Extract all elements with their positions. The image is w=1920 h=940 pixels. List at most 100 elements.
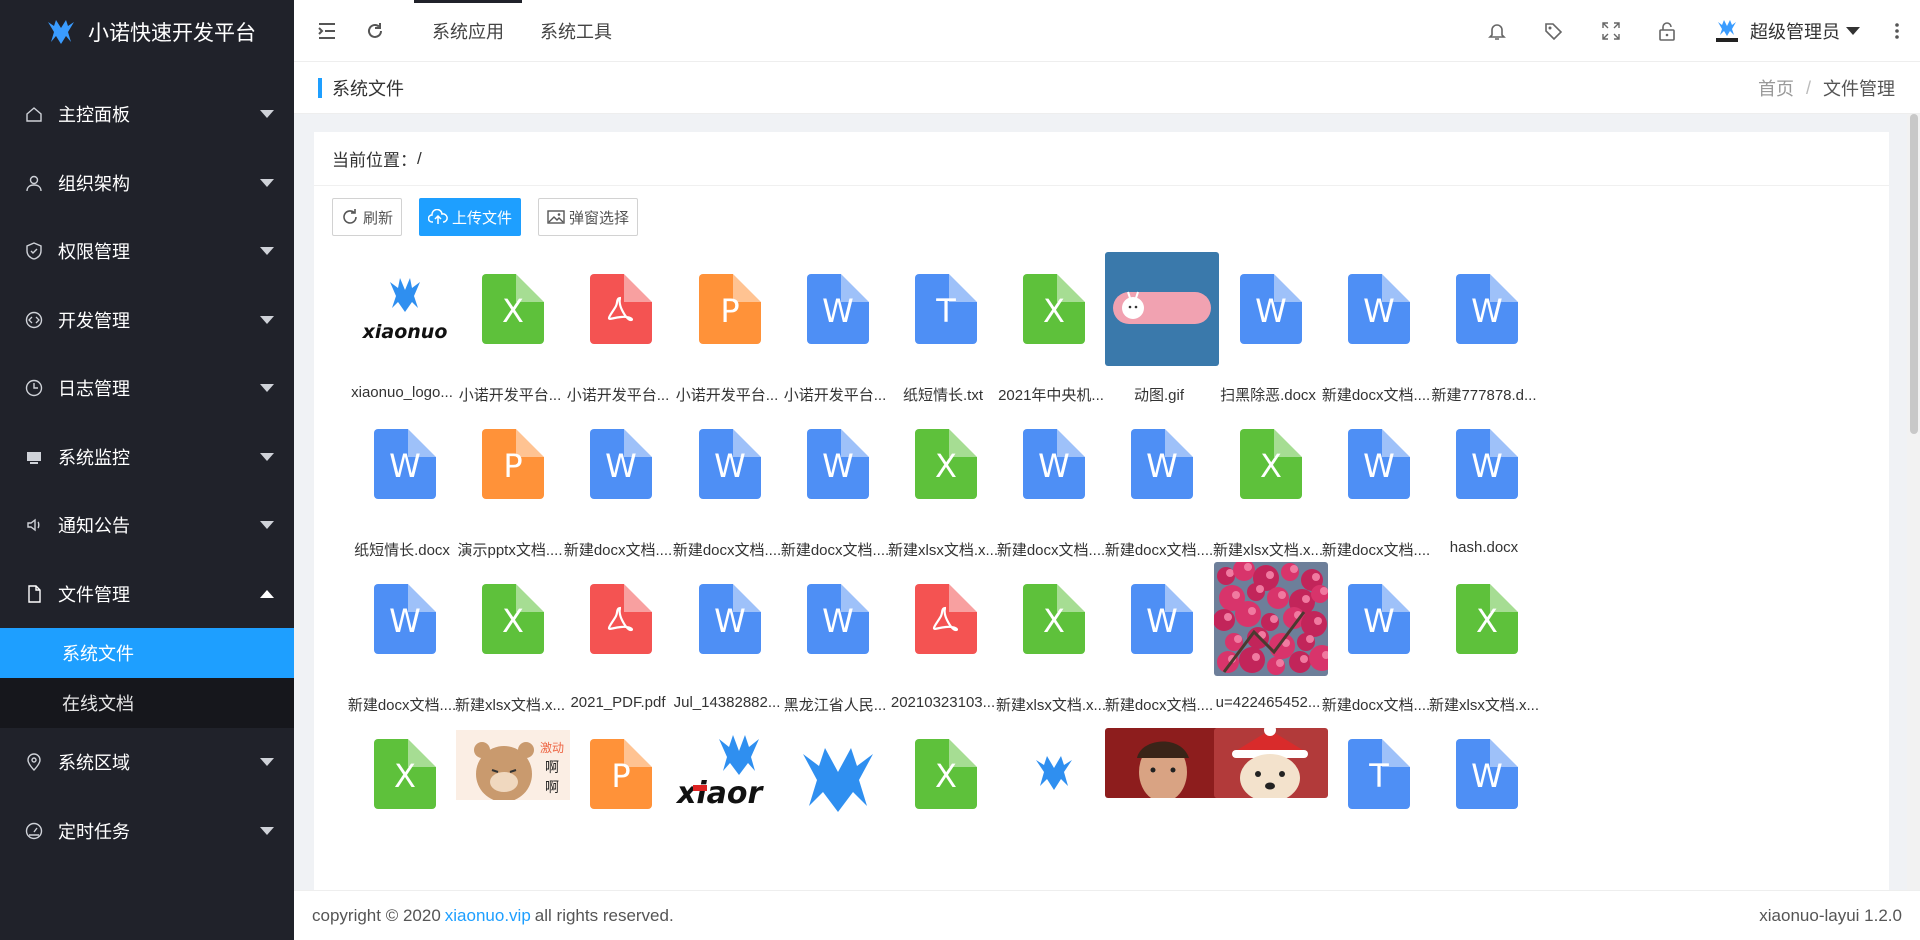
- page-scrollbar[interactable]: [1907, 114, 1920, 890]
- file-item[interactable]: Whash.docx: [1414, 407, 1538, 587]
- file-item[interactable]: T 纸短情长.txt: [873, 252, 997, 432]
- file-item[interactable]: W 新建docx文档....: [1306, 407, 1430, 587]
- footer-link[interactable]: xiaonuo.vip: [445, 906, 531, 926]
- file-item[interactable]: X 小诺开发平台...: [440, 252, 564, 432]
- popup-select-button[interactable]: 弹窗选择: [538, 198, 639, 236]
- sidebar-item-9[interactable]: 定时任务: [0, 797, 294, 866]
- sidebar-item-8[interactable]: 系统区域: [0, 728, 294, 797]
- sidebar-subitem-1[interactable]: 在线文档: [0, 678, 294, 728]
- sidebar-item-2[interactable]: 权限管理: [0, 217, 294, 286]
- file-item[interactable]: X: [873, 717, 997, 890]
- collapse-menu-button[interactable]: [312, 0, 342, 62]
- file-item[interactable]: X 新建xlsx文档.x...: [440, 562, 565, 742]
- file-item[interactable]: 20210323103...: [873, 562, 997, 742]
- avatar: [1716, 20, 1738, 42]
- file-item[interactable]: 小诺开发平台...: [548, 252, 672, 432]
- file-item[interactable]: W 新建docx文档....: [1089, 562, 1213, 742]
- file-item[interactable]: X: [332, 717, 456, 890]
- file-item[interactable]: W: [1414, 717, 1538, 890]
- file-item[interactable]: W 新建docx文档....: [765, 407, 889, 587]
- refresh-page-button[interactable]: [360, 0, 390, 62]
- app-logo[interactable]: 小诺快速开发平台: [0, 0, 294, 64]
- sidebar-item-1[interactable]: 组织架构: [0, 149, 294, 218]
- file-item[interactable]: 2021_PDF.pdf: [548, 562, 672, 742]
- location-icon: [24, 752, 44, 772]
- file-item[interactable]: [1089, 717, 1219, 890]
- notification-button[interactable]: [1482, 0, 1512, 62]
- file-item[interactable]: W 新建docx文档....: [981, 407, 1105, 587]
- scrollbar-thumb[interactable]: [1910, 114, 1918, 434]
- file-item[interactable]: W 黑龙江省人民...: [765, 562, 889, 742]
- more-button[interactable]: [1882, 0, 1912, 62]
- sidebar-item-label: 系统区域: [58, 753, 130, 774]
- refresh-button[interactable]: 刷新: [332, 198, 403, 236]
- file-item[interactable]: W 扫黑除恶.docx: [1198, 252, 1322, 432]
- file-item[interactable]: X 新建xlsx文档.x...: [873, 407, 998, 587]
- file-item[interactable]: P 小诺开发平台...: [657, 252, 781, 432]
- fullscreen-button[interactable]: [1596, 0, 1626, 62]
- menu-fold-icon: [318, 23, 335, 39]
- user-menu[interactable]: 超级管理员: [1712, 0, 1860, 62]
- file-item[interactable]: xiaor: [657, 717, 781, 890]
- file-item[interactable]: W 新建docx文档....: [1306, 562, 1430, 742]
- code-icon: [24, 310, 44, 330]
- tab-system-tools[interactable]: 系统工具: [540, 0, 612, 62]
- file-item[interactable]: X 新建xlsx文档.x...: [981, 562, 1106, 742]
- svg-text:xiaor: xiaor: [675, 776, 764, 805]
- tag-icon: [1545, 23, 1563, 41]
- file-item[interactable]: u=422465452...: [1198, 562, 1328, 742]
- sidebar-item-label: 权限管理: [58, 242, 130, 263]
- upload-file-button[interactable]: 上传文件: [419, 198, 522, 236]
- file-item[interactable]: W 新建777878.d...: [1414, 252, 1538, 432]
- file-item[interactable]: [765, 717, 889, 890]
- lock-screen-button[interactable]: [1652, 0, 1682, 62]
- sidebar-item-4[interactable]: 日志管理: [0, 354, 294, 423]
- file-item[interactable]: W 新建docx文档....: [548, 407, 672, 587]
- file-item[interactable]: P 演示pptx文档....: [440, 407, 564, 587]
- sidebar-item-0[interactable]: 主控面板: [0, 80, 294, 149]
- sidebar-item-label: 文件管理: [58, 584, 130, 605]
- chevron-down-icon: [260, 178, 274, 187]
- theme-button[interactable]: [1538, 0, 1568, 62]
- file-item[interactable]: 激动啊啊: [440, 717, 570, 890]
- file-item[interactable]: W 新建docx文档....: [657, 407, 781, 587]
- current-location: 当前位置： /: [314, 132, 1889, 186]
- gauge-icon: [24, 821, 44, 841]
- svg-text:xiaonuo: xiaonuo: [362, 321, 448, 343]
- file-item[interactable]: P: [548, 717, 672, 890]
- upload-label: 上传文件: [452, 209, 513, 227]
- file-item[interactable]: T: [1306, 717, 1430, 890]
- file-item[interactable]: W 新建docx文档....: [1306, 252, 1430, 432]
- top-header: 系统应用 系统工具 超级管理员: [294, 0, 1920, 62]
- sidebar-item-label: 通知公告: [58, 516, 130, 537]
- home-icon: [24, 104, 44, 124]
- file-item[interactable]: X 新建xlsx文档.x...: [1414, 562, 1539, 742]
- breadcrumb-home[interactable]: 首页: [1758, 75, 1794, 101]
- file-item[interactable]: W 新建docx文档....: [1089, 407, 1213, 587]
- sidebar-item-5[interactable]: 系统监控: [0, 423, 294, 492]
- sidebar-item-7[interactable]: 文件管理: [0, 560, 294, 629]
- title-accent-bar: [318, 77, 322, 98]
- sidebar-item-label: 定时任务: [58, 821, 130, 842]
- file-w-icon: W: [1430, 717, 1544, 831]
- file-item[interactable]: X 新建xlsx文档.x...: [1198, 407, 1323, 587]
- sidebar-item-label: 组织架构: [58, 173, 130, 194]
- file-item[interactable]: [1198, 717, 1328, 890]
- chevron-down-icon: [260, 110, 274, 119]
- file-name: 新建777878.d...: [1431, 387, 1537, 404]
- file-item[interactable]: W 新建docx文档....: [332, 562, 456, 742]
- sidebar-item-3[interactable]: 开发管理: [0, 286, 294, 355]
- file-item[interactable]: W 纸短情长.docx: [332, 407, 456, 587]
- sidebar-item-6[interactable]: 通知公告: [0, 491, 294, 560]
- file-item[interactable]: [981, 717, 1105, 890]
- chevron-down-icon: [260, 452, 274, 461]
- clock-icon: [24, 378, 44, 398]
- file-item[interactable]: X 2021年中央机...: [981, 252, 1105, 432]
- breadcrumb-current: 文件管理: [1823, 79, 1895, 99]
- file-item[interactable]: xiaonuo xiaonuo_logo...: [332, 252, 456, 432]
- file-item[interactable]: 动图.gif: [1089, 252, 1219, 432]
- sidebar-subitem-0[interactable]: 系统文件: [0, 628, 294, 678]
- tab-system-apps[interactable]: 系统应用: [414, 0, 522, 62]
- file-item[interactable]: W Jul_14382882...: [657, 562, 781, 742]
- file-item[interactable]: W 小诺开发平台...: [765, 252, 889, 432]
